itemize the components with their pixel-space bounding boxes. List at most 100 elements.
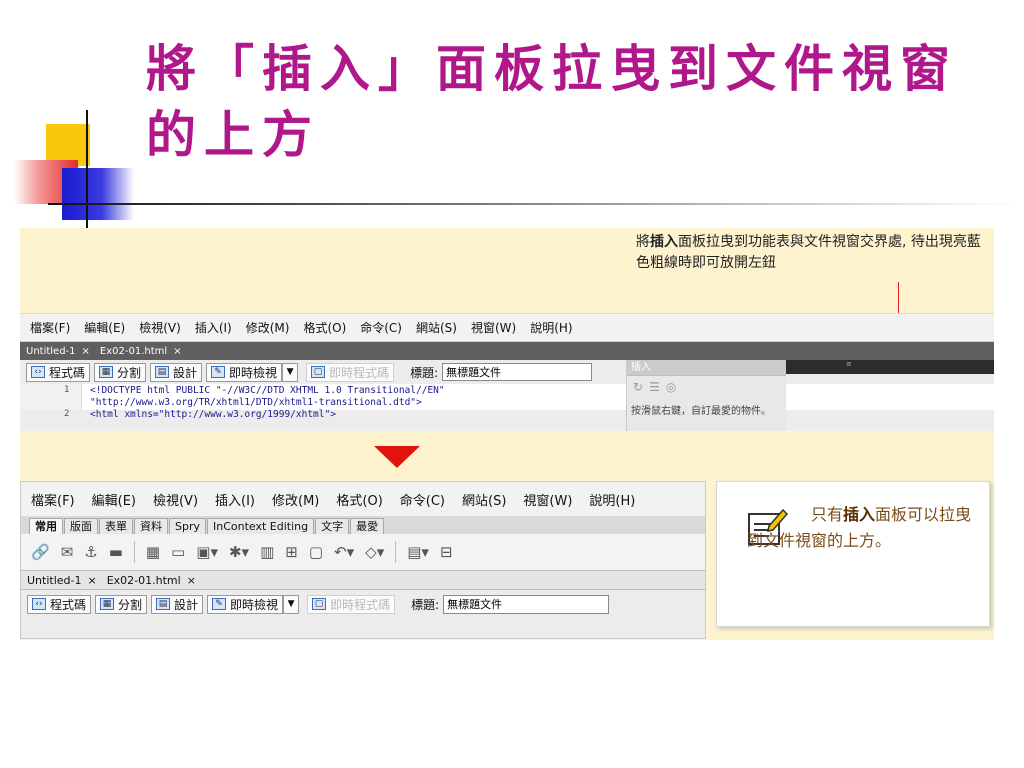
note-bold: 插入 xyxy=(843,505,876,524)
menu-format[interactable]: 格式(O) xyxy=(336,490,382,509)
tab-incontext-editing[interactable]: InContext Editing xyxy=(207,518,315,534)
tab-text[interactable]: 文字 xyxy=(315,518,350,534)
code-view-button[interactable]: ‹› 程式碼 xyxy=(27,594,92,614)
menu-window[interactable]: 視窗(W) xyxy=(523,490,572,509)
split-view-button[interactable]: ▦ 分割 xyxy=(94,362,147,382)
callout-top: 將插入面板拉曳到功能表與文件視窗交界處, 待出現亮藍色粗線時即可放開左鈕 xyxy=(636,232,992,274)
live-view-icon: ✎ xyxy=(211,366,226,378)
tab-forms[interactable]: 表單 xyxy=(99,518,133,534)
menu-view[interactable]: 檢視(V) xyxy=(153,490,198,509)
close-icon[interactable]: × xyxy=(87,574,96,587)
horizontal-rule-icon[interactable]: ▬ xyxy=(109,543,123,561)
comment-icon[interactable]: ▢ xyxy=(309,543,323,561)
insert-panel[interactable]: 插入 ↻ ☰ ◎ 按滑鼠右鍵，自訂最愛的物件。 xyxy=(626,360,786,431)
email-link-icon[interactable]: ✉ xyxy=(61,543,74,561)
live-view-dropdown[interactable]: ▼ xyxy=(283,594,300,614)
menu-modify[interactable]: 修改(M) xyxy=(272,490,319,509)
separator xyxy=(133,541,135,563)
menu-insert[interactable]: 插入(I) xyxy=(195,319,232,336)
split-icon: ▦ xyxy=(99,366,114,378)
title-input[interactable] xyxy=(442,363,593,381)
menu-commands[interactable]: 命令(C) xyxy=(360,319,402,336)
button-label: 設計 xyxy=(173,365,198,380)
tab-untitled-1[interactable]: Untitled-1 × xyxy=(26,346,90,357)
refresh-icon[interactable]: ↻ xyxy=(633,380,649,394)
code-line: <html xmlns="http://www.w3.org/1999/xhtm… xyxy=(90,409,336,420)
menu-insert[interactable]: 插入(I) xyxy=(215,490,255,509)
close-icon[interactable]: × xyxy=(187,574,196,587)
media-icon[interactable]: ✱▾ xyxy=(229,543,249,561)
down-arrow-icon xyxy=(374,446,420,468)
code-line: <!DOCTYPE html PUBLIC "-//W3C//DTD XHTML… xyxy=(90,385,445,396)
design-view-button[interactable]: ▤ 設計 xyxy=(151,594,204,614)
design-icon: ▤ xyxy=(155,366,170,378)
button-label: 程式碼 xyxy=(49,365,86,380)
tab-label: Untitled-1 xyxy=(27,573,82,587)
bottom-menubar: 檔案(F) 編輯(E) 檢視(V) 插入(I) 修改(M) 格式(O) 命令(C… xyxy=(21,482,705,516)
split-icon: ▦ xyxy=(100,598,115,610)
button-label: 即時程式碼 xyxy=(329,365,390,380)
button-label: 分割 xyxy=(117,365,142,380)
live-code-button[interactable]: ▢ 即時程式碼 xyxy=(307,594,396,614)
tab-untitled-1[interactable]: Untitled-1 × xyxy=(27,574,97,587)
tab-layout[interactable]: 版面 xyxy=(64,518,98,534)
title-label: 標題: xyxy=(411,597,440,612)
button-label: 即時程式碼 xyxy=(330,597,391,612)
menu-commands[interactable]: 命令(C) xyxy=(400,490,445,509)
code-lines: <!DOCTYPE html PUBLIC "-//W3C//DTD XHTML… xyxy=(90,385,445,421)
split-view-button[interactable]: ▦ 分割 xyxy=(95,594,148,614)
tab-common[interactable]: 常用 xyxy=(29,518,63,534)
bottom-document-tabs: Untitled-1 × Ex02-01.html × xyxy=(21,570,705,590)
menu-site[interactable]: 網站(S) xyxy=(416,319,457,336)
menu-file[interactable]: 檔案(F) xyxy=(30,319,70,336)
live-code-button[interactable]: ▢ 即時程式碼 xyxy=(306,362,395,382)
design-icon: ▤ xyxy=(156,598,171,610)
table-icon[interactable]: ▦ xyxy=(146,543,160,561)
target-icon[interactable]: ◎ xyxy=(666,380,682,394)
tab-favorites[interactable]: 最愛 xyxy=(350,518,385,534)
insert-panel-header[interactable]: 插入 xyxy=(627,360,786,376)
tab-label: Untitled-1 xyxy=(26,345,76,357)
hyperlink-icon[interactable]: 🔗 xyxy=(31,543,50,561)
date-icon[interactable]: ▥ xyxy=(260,543,274,561)
menu-site[interactable]: 網站(S) xyxy=(462,490,506,509)
menu-window[interactable]: 視窗(W) xyxy=(471,319,516,336)
button-label: 程式碼 xyxy=(50,597,87,612)
image-icon[interactable]: ▣▾ xyxy=(196,543,218,561)
code-view-button[interactable]: ‹› 程式碼 xyxy=(26,362,91,382)
tag-chooser-icon[interactable]: ⊟ xyxy=(440,543,453,561)
design-view-button[interactable]: ▤ 設計 xyxy=(150,362,203,382)
div-icon[interactable]: ▭ xyxy=(171,543,185,561)
menu-edit[interactable]: 編輯(E) xyxy=(92,490,136,509)
insert-panel-hint: 按滑鼠右鍵，自訂最愛的物件。 xyxy=(631,406,771,417)
note-text: 只有插入面板可以拉曳到文件視窗的上方。 xyxy=(747,502,983,554)
head-icon[interactable]: ↶▾ xyxy=(334,543,354,561)
close-icon[interactable]: × xyxy=(173,346,181,357)
menu-format[interactable]: 格式(O) xyxy=(303,319,346,336)
tab-ex02-01[interactable]: Ex02-01.html × xyxy=(107,574,196,587)
menu-modify[interactable]: 修改(M) xyxy=(246,319,290,336)
live-view-button[interactable]: ✎ 即時檢視 xyxy=(206,362,283,382)
menu-help[interactable]: 說明(H) xyxy=(530,319,572,336)
code-editor[interactable]: 1 2 <!DOCTYPE html PUBLIC "-//W3C//DTD X… xyxy=(20,384,994,420)
title-input[interactable] xyxy=(443,594,610,614)
menu-file[interactable]: 檔案(F) xyxy=(31,490,75,509)
list-icon[interactable]: ☰ xyxy=(649,380,666,394)
live-view-dropdown[interactable]: ▼ xyxy=(282,362,299,382)
live-view-button[interactable]: ✎ 即時檢視 xyxy=(207,594,284,614)
code-gutter: 1 2 xyxy=(20,384,82,419)
tab-ex02-01[interactable]: Ex02-01.html × xyxy=(100,346,182,357)
server-side-include-icon[interactable]: ⊞ xyxy=(285,543,298,561)
template-icon[interactable]: ▤▾ xyxy=(407,543,429,561)
menu-edit[interactable]: 編輯(E) xyxy=(84,319,125,336)
note-prefix: 只有 xyxy=(811,505,844,524)
close-icon[interactable]: × xyxy=(82,346,90,357)
callout-suffix: 面板拉曳到功能表與文件視窗交界處, 待出現亮藍色粗線時即可放開左鈕 xyxy=(636,234,981,271)
tab-spry[interactable]: Spry xyxy=(169,518,206,534)
named-anchor-icon[interactable]: ⚓ xyxy=(84,543,97,561)
menu-help[interactable]: 說明(H) xyxy=(589,490,635,509)
script-icon[interactable]: ◇▾ xyxy=(365,543,384,561)
menu-view[interactable]: 檢視(V) xyxy=(139,319,181,336)
tab-label: Ex02-01.html xyxy=(99,345,168,357)
tab-data[interactable]: 資料 xyxy=(134,518,168,534)
